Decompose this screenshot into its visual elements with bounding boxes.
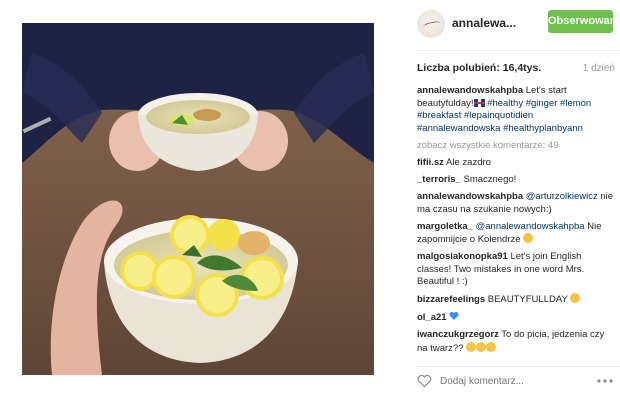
comment-item: _terroris_ Smacznego! — [417, 174, 615, 187]
comment-item: ol_a21 — [417, 311, 615, 325]
post-photo[interactable] — [22, 23, 374, 375]
comment-item: iwanczukgrzegorz To do picia, jedzenia c… — [417, 329, 615, 355]
comment-username[interactable]: annalewandowskahpba — [417, 191, 523, 202]
laughing-emoji-icon — [570, 293, 581, 303]
comment-item: malgosiakonopka91 Let's join English cla… — [417, 251, 615, 289]
more-options-icon[interactable] — [596, 375, 614, 387]
comment-text: Ale zazdro — [446, 157, 491, 168]
add-comment-input[interactable] — [440, 374, 550, 388]
comment-username[interactable]: iwanczukgrzegorz — [417, 329, 499, 340]
grin-emoji-icon — [466, 341, 477, 352]
comment-mention[interactable]: @arturzolkiewicz — [526, 191, 598, 202]
post-header: annalewa... Obserwowanie — [374, 0, 620, 50]
post-username[interactable]: annalewa... — [452, 16, 516, 30]
comment-username[interactable]: fifii.sz — [417, 157, 444, 168]
likes-count[interactable]: Liczba polubień: 16,4tys. — [417, 62, 541, 74]
uk-flag-icon — [473, 98, 485, 107]
comment-text: Smacznego! — [463, 174, 517, 185]
comment-username[interactable]: _terroris_ — [417, 174, 461, 185]
comment-username[interactable]: margoletka_ — [417, 221, 473, 232]
avatar[interactable] — [417, 10, 445, 38]
photo-image — [22, 23, 374, 375]
divider — [416, 366, 620, 367]
comment-item: annalewandowskahpba @arturzolkiewicz nie… — [417, 191, 615, 216]
signature-mark — [422, 20, 442, 30]
heart-icon[interactable] — [417, 374, 432, 388]
post-sidebar: annalewa... Obserwowanie Liczba polubień… — [374, 0, 620, 396]
grin-emoji-icon — [476, 341, 487, 352]
divider — [416, 50, 620, 51]
comment-mention[interactable]: @annalewandowskahpba — [476, 221, 585, 232]
comments-list: annalewandowskahpba Let's start beautyfu… — [417, 85, 615, 360]
comment-item: fifii.sz Ale zazdro — [417, 157, 615, 170]
comment-username[interactable]: malgosiakonopka91 — [417, 251, 508, 262]
blue-heart-icon — [449, 312, 459, 320]
hashtag-group[interactable]: #healthy #ginger — [487, 98, 557, 109]
smile-emoji-icon — [523, 233, 534, 243]
grin-emoji-icon — [486, 341, 497, 352]
caption: annalewandowskahpba Let's start beautyfu… — [417, 85, 615, 135]
hashtag-group[interactable]: #annalewandowska #healthyplanbyann — [417, 123, 583, 134]
comment-username[interactable]: ol_a21 — [417, 312, 447, 323]
follow-button[interactable]: Obserwowanie — [548, 10, 620, 33]
caption-username[interactable]: annalewandowskahpba — [417, 85, 523, 96]
likes-row: Liczba polubień: 16,4tys. 1 dzień — [417, 62, 615, 78]
comment-item: margoletka_ @annalewandowskahpba Nie zap… — [417, 221, 615, 247]
comment-text: BEAUTYFULLDAY — [487, 294, 568, 305]
post-timestamp[interactable]: 1 dzień — [583, 63, 615, 74]
view-all-comments-link[interactable]: zobacz wszystkie komentarze: 49 — [417, 140, 615, 153]
comment-item: bizzarefeelings BEAUTYFULLDAY — [417, 293, 615, 307]
comment-username[interactable]: bizzarefeelings — [417, 294, 485, 305]
